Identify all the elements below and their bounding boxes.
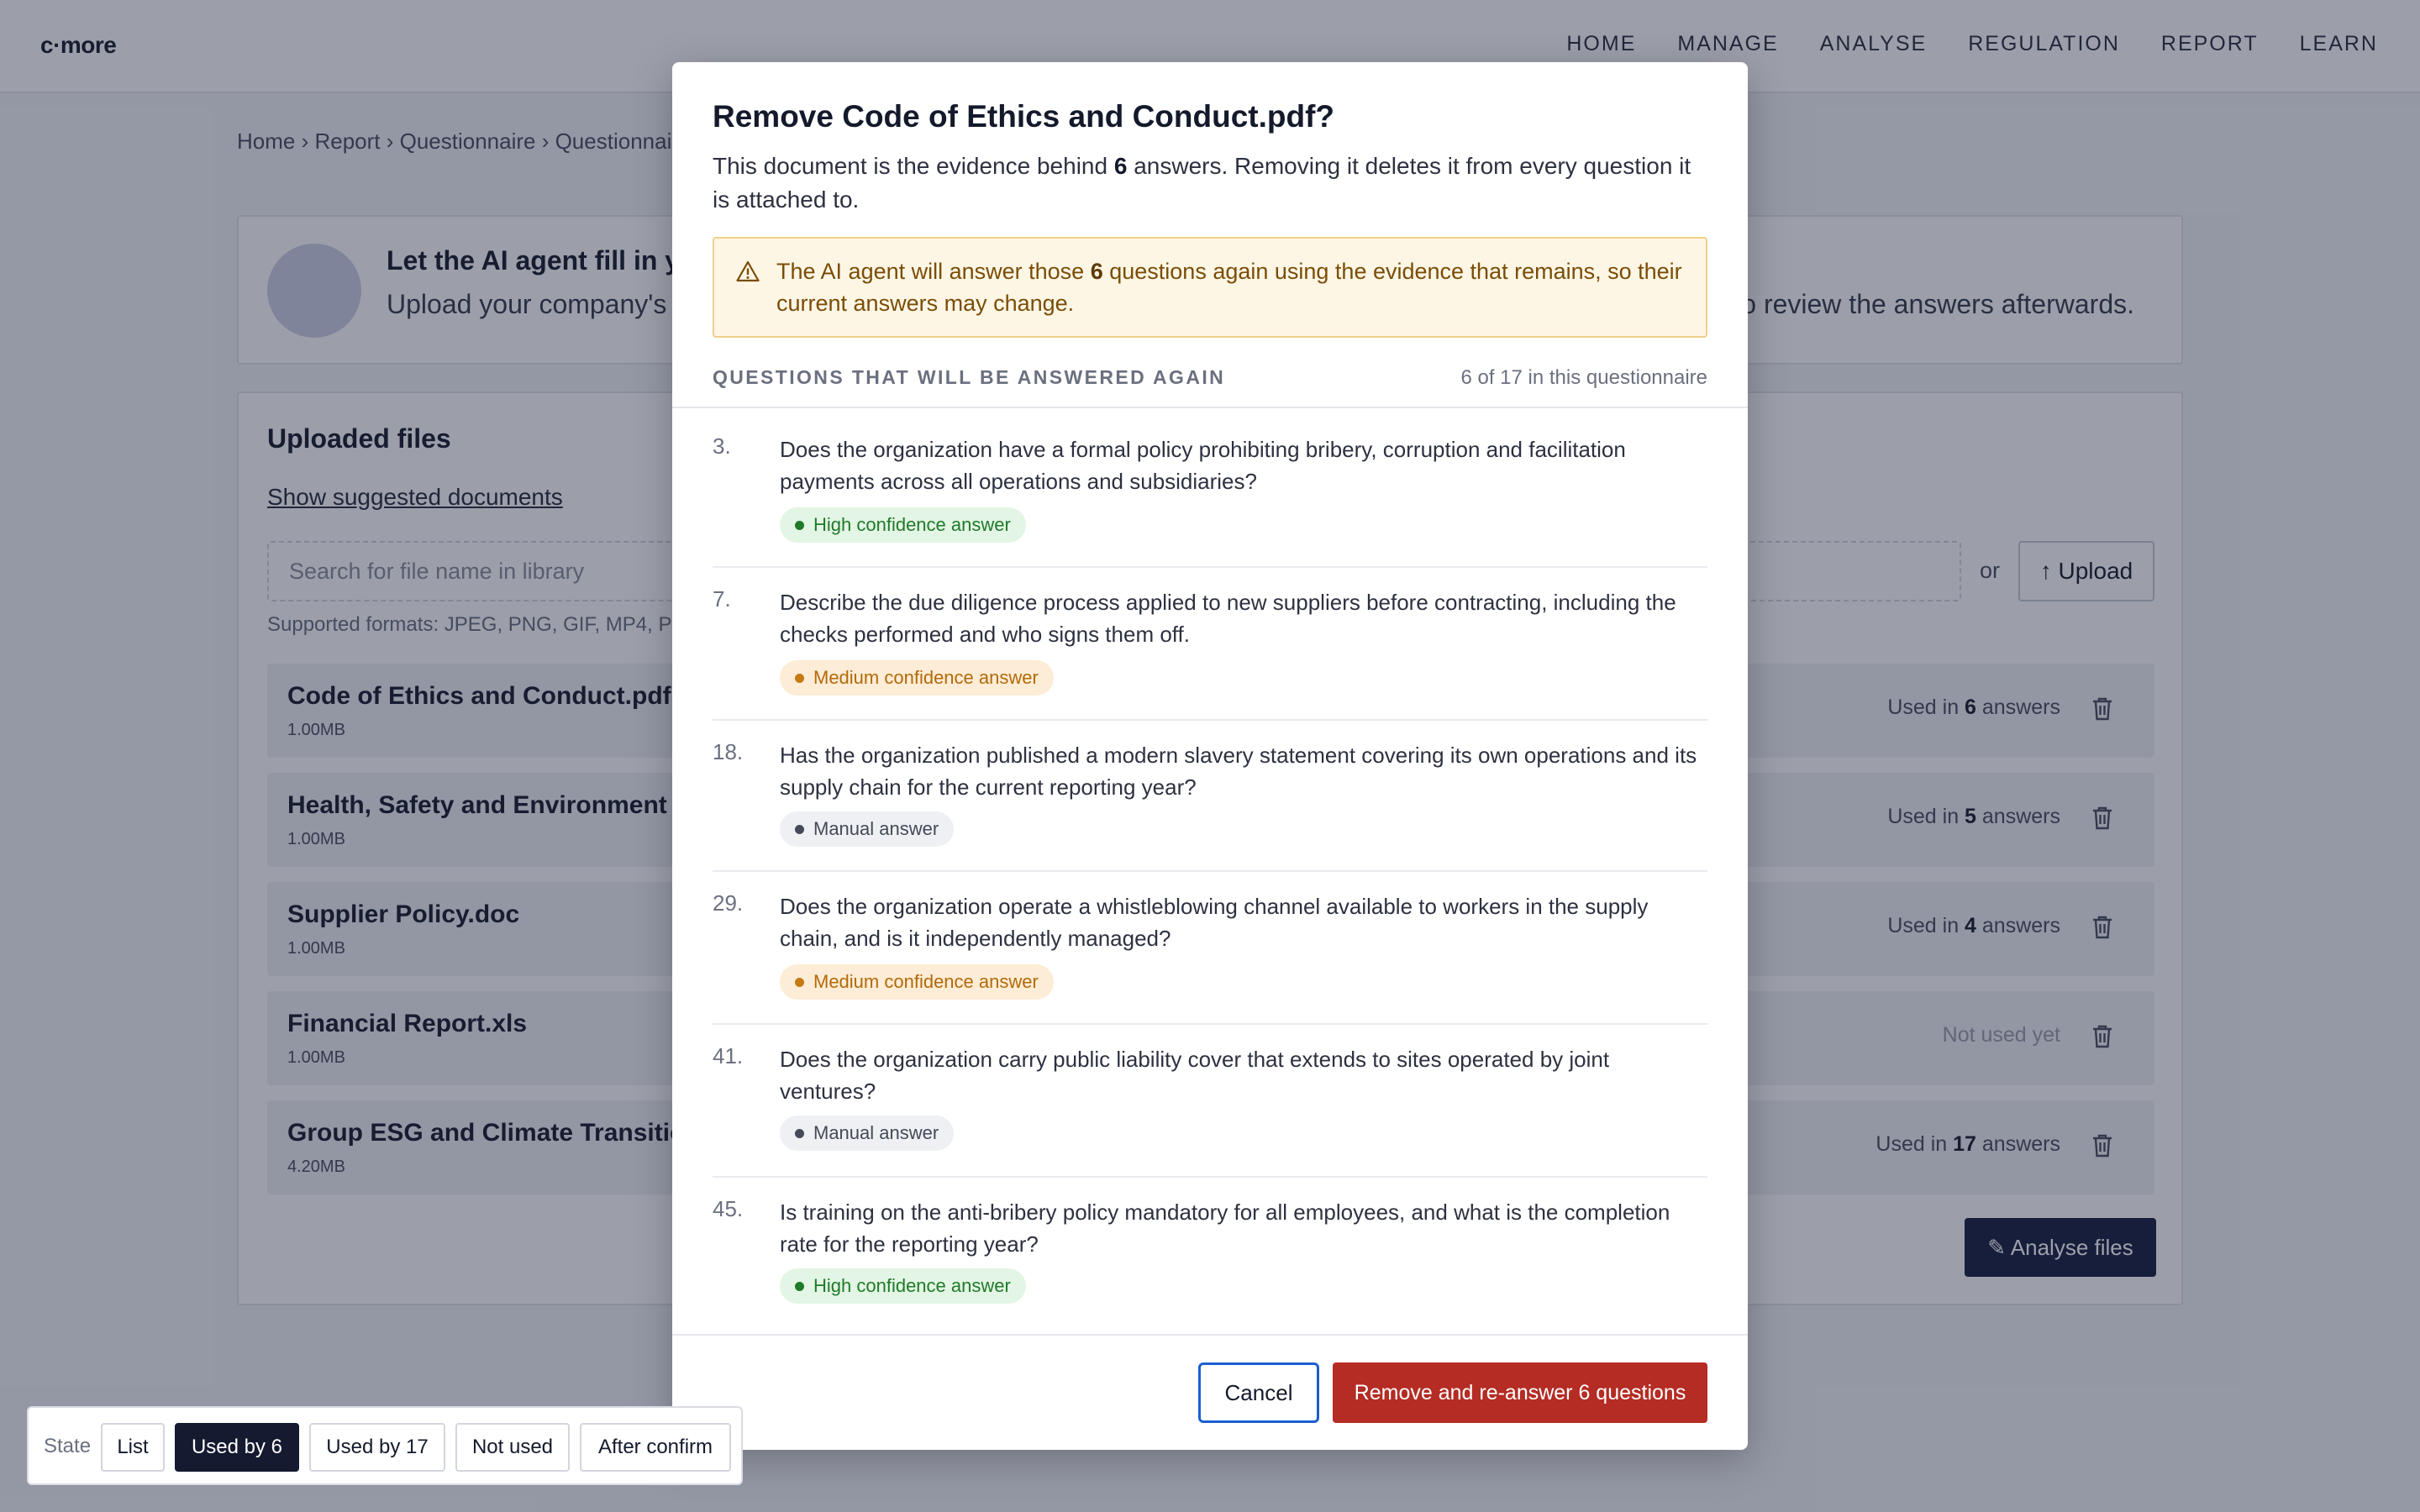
question-text: Describe the due diligence process appli… (780, 590, 1676, 647)
questions-count: 6 of 17 in this questionnaire (1460, 366, 1707, 389)
confidence-badge: High confidence answer (780, 1268, 1026, 1304)
question-text: Does the organization carry public liabi… (780, 1047, 1610, 1104)
confidence-badge: Medium confidence answer (780, 964, 1054, 1000)
warning-callout: The AI agent will answer those 6 questio… (713, 237, 1707, 338)
badge-dot-icon (795, 521, 804, 530)
divider (713, 719, 1707, 721)
divider (713, 1023, 1707, 1025)
state-list-button[interactable]: List (101, 1423, 165, 1472)
divider (713, 870, 1707, 872)
badge-dot-icon (795, 825, 804, 834)
confidence-badge: Medium confidence answer (780, 660, 1054, 696)
state-used-by-6-button[interactable]: Used by 6 (175, 1423, 299, 1472)
question-item: 18. Has the organization published a mod… (713, 739, 1707, 892)
question-number: 29. (713, 890, 744, 916)
divider (713, 1176, 1707, 1178)
question-item: 45. Is training on the anti-bribery poli… (713, 1196, 1707, 1314)
state-after-confirm-button[interactable]: After confirm (580, 1423, 731, 1472)
remove-document-dialog: Remove Code of Ethics and Conduct.pdf? T… (672, 62, 1748, 1450)
state-not-used-button[interactable]: Not used (455, 1423, 570, 1472)
state-label: State (44, 1435, 92, 1457)
answer-type-badge: Manual answer (780, 1116, 955, 1151)
question-number: 7. (713, 586, 731, 612)
question-text: Does the organization operate a whistleb… (780, 894, 1649, 951)
state-used-by-17-button[interactable]: Used by 17 (309, 1423, 445, 1472)
badge-dot-icon (795, 978, 804, 987)
questions-heading: QUESTIONS THAT WILL BE ANSWERED AGAIN (713, 366, 1226, 388)
question-text: Is training on the anti-bribery policy m… (780, 1200, 1670, 1257)
confidence-badge: High confidence answer (780, 507, 1026, 543)
dialog-description: This document is the evidence behind 6 a… (713, 153, 1691, 213)
question-number: 3. (713, 433, 731, 459)
dialog-title: Remove Code of Ethics and Conduct.pdf? (713, 99, 1335, 134)
divider (672, 1334, 1748, 1336)
state-switcher: State List Used by 6 Used by 17 Not used… (27, 1406, 743, 1485)
question-item: 7. Describe the due diligence process ap… (713, 586, 1707, 739)
badge-dot-icon (795, 1129, 804, 1138)
answer-type-badge: Manual answer (780, 811, 955, 847)
question-number: 41. (713, 1043, 744, 1068)
badge-dot-icon (795, 1282, 804, 1291)
warning-icon (736, 260, 760, 282)
warning-text: The AI agent will answer those 6 questio… (776, 259, 1682, 316)
question-number: 45. (713, 1196, 744, 1221)
cancel-button[interactable]: Cancel (1198, 1362, 1319, 1423)
question-text: Does the organization have a formal poli… (780, 437, 1626, 494)
question-number: 18. (713, 739, 744, 764)
question-item: 3. Does the organization have a formal p… (713, 433, 1707, 586)
badge-dot-icon (795, 674, 804, 683)
question-item: 41. Does the organization carry public l… (713, 1043, 1707, 1196)
divider (713, 566, 1707, 568)
question-item: 29. Does the organization operate a whis… (713, 890, 1707, 1043)
remove-and-reanswer-button[interactable]: Remove and re-answer 6 questions (1333, 1362, 1707, 1423)
divider (672, 407, 1748, 408)
question-text: Has the organization published a modern … (780, 743, 1697, 800)
